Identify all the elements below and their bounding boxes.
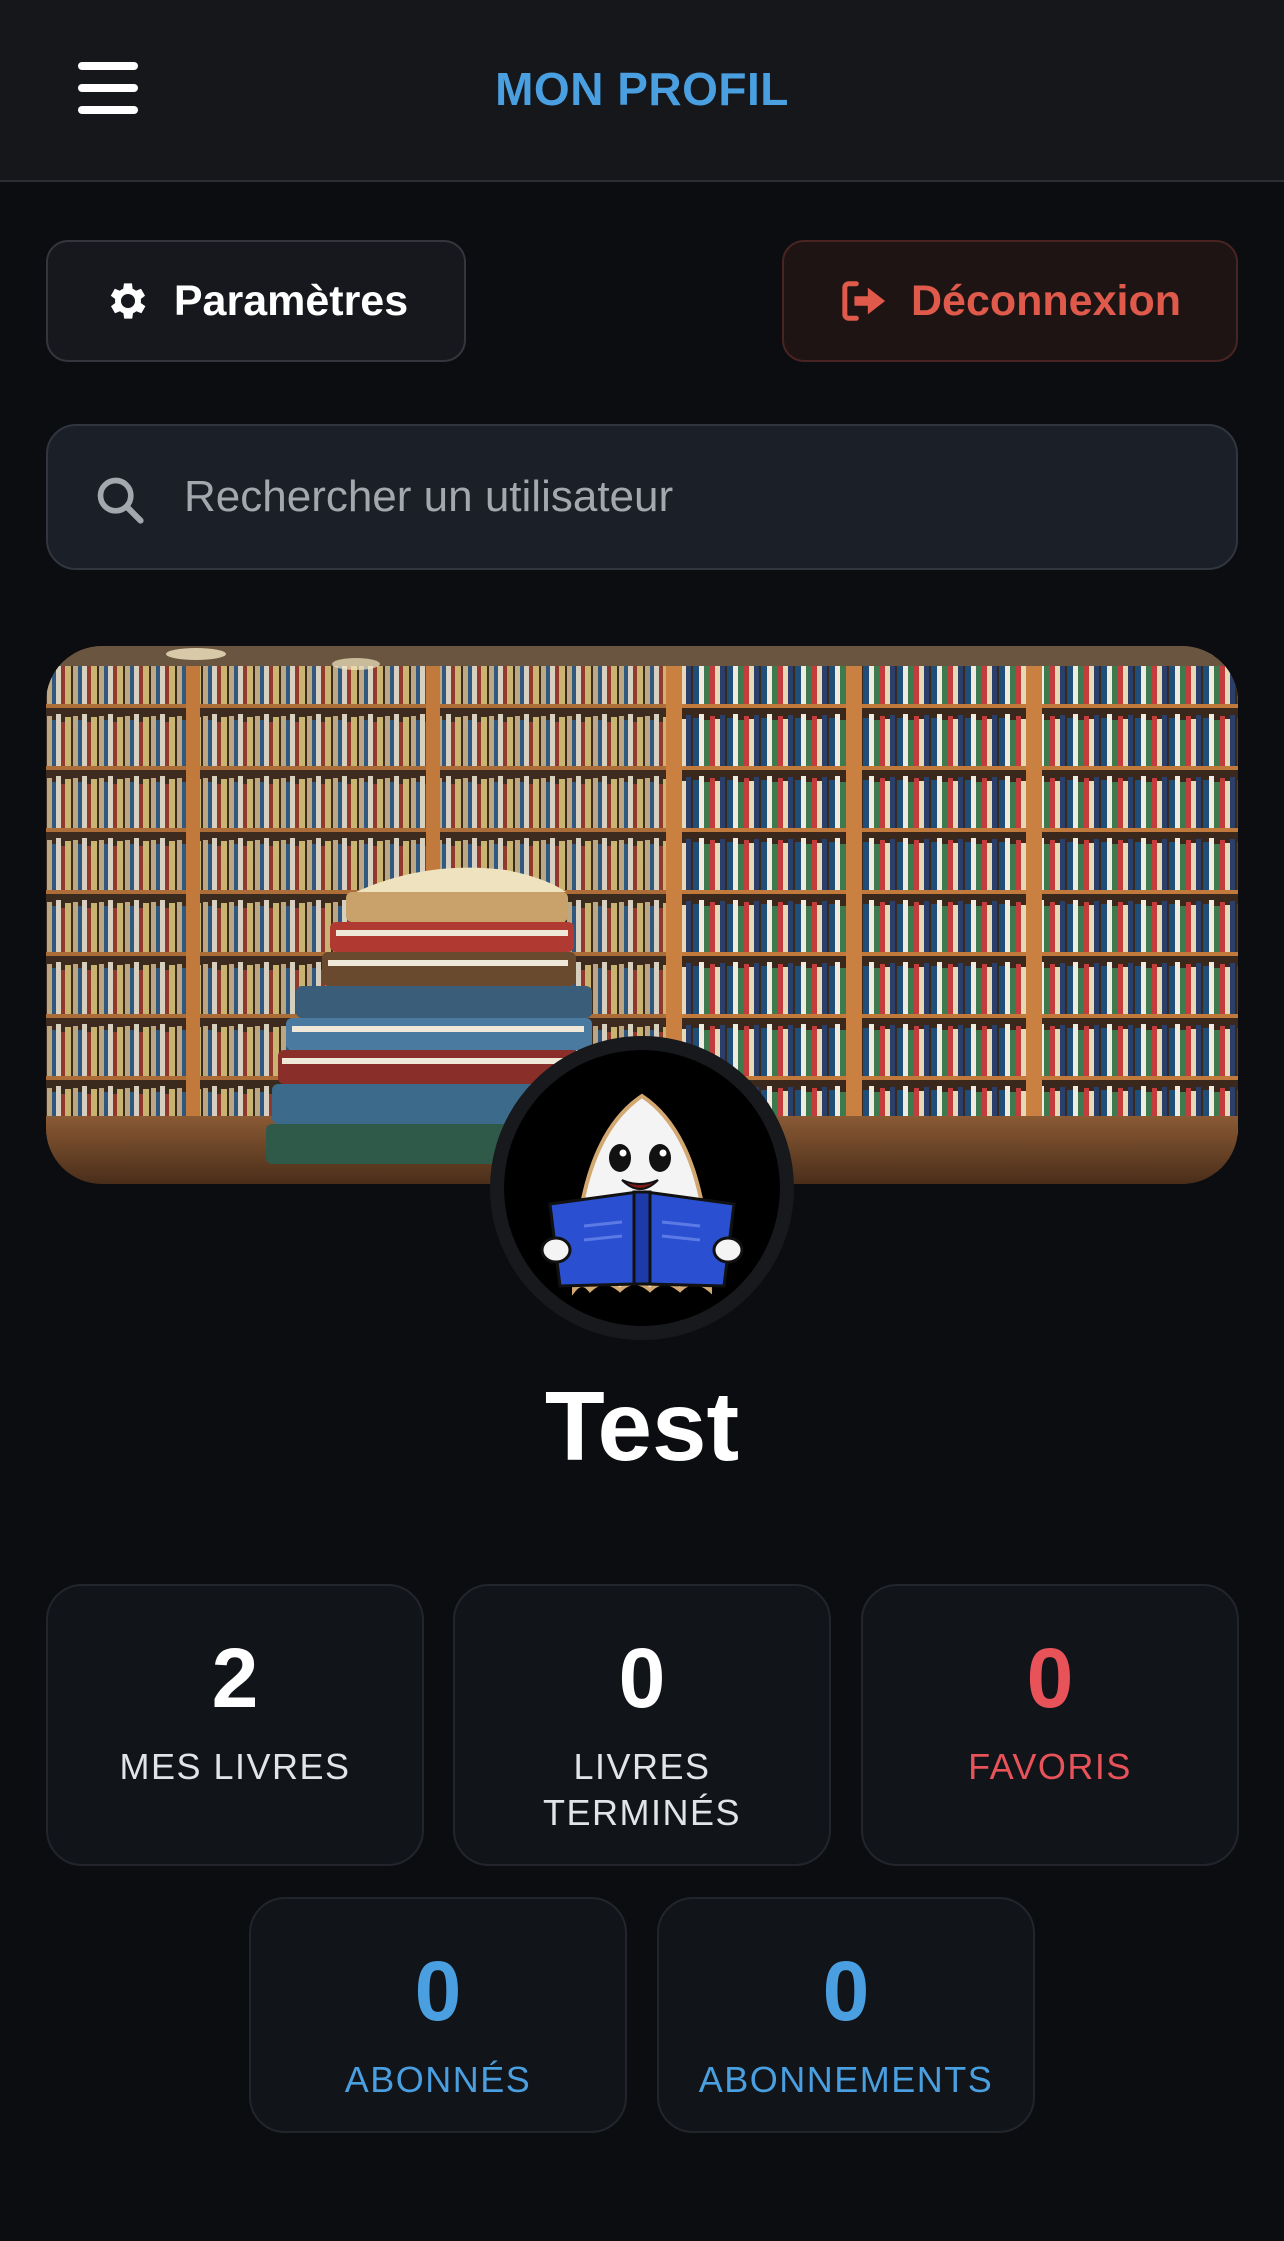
stat-value: 0 xyxy=(618,1631,666,1725)
stat-favorites[interactable]: 0 FAVORIS xyxy=(861,1584,1239,1866)
stat-label: ABONNÉS xyxy=(344,2059,532,2100)
settings-label: Paramètres xyxy=(173,276,409,325)
sign-out-icon xyxy=(842,281,886,321)
settings-button[interactable]: Paramètres xyxy=(46,240,466,362)
stat-following[interactable]: 0 ABONNEMENTS xyxy=(657,1897,1035,2133)
stat-value: 2 xyxy=(211,1631,259,1725)
page-title: MON PROFIL xyxy=(495,63,789,115)
stat-label: LIVRES TERMINÉS xyxy=(542,1746,741,1833)
logout-label: Déconnexion xyxy=(911,276,1181,325)
search-icon xyxy=(97,477,144,524)
username: Test xyxy=(544,1371,740,1481)
stat-followers[interactable]: 0 ABONNÉS xyxy=(249,1897,627,2133)
search-input[interactable] xyxy=(184,426,1184,568)
stat-value: 0 xyxy=(414,1944,462,2038)
gear-icon xyxy=(110,283,146,319)
stat-label: MES LIVRES xyxy=(119,1746,351,1787)
stat-value: 0 xyxy=(1026,1631,1074,1725)
stat-label: FAVORIS xyxy=(968,1746,1132,1787)
avatar[interactable] xyxy=(490,1036,794,1340)
stat-value: 0 xyxy=(822,1944,870,2038)
stat-finished-books[interactable]: 0 LIVRES TERMINÉS xyxy=(453,1584,831,1866)
stat-label: ABONNEMENTS xyxy=(698,2059,994,2100)
user-search-bar[interactable] xyxy=(46,424,1238,570)
logout-button[interactable]: Déconnexion xyxy=(782,240,1238,362)
top-bar: MON PROFIL xyxy=(0,0,1284,182)
stat-my-books[interactable]: 2 MES LIVRES xyxy=(46,1584,424,1866)
